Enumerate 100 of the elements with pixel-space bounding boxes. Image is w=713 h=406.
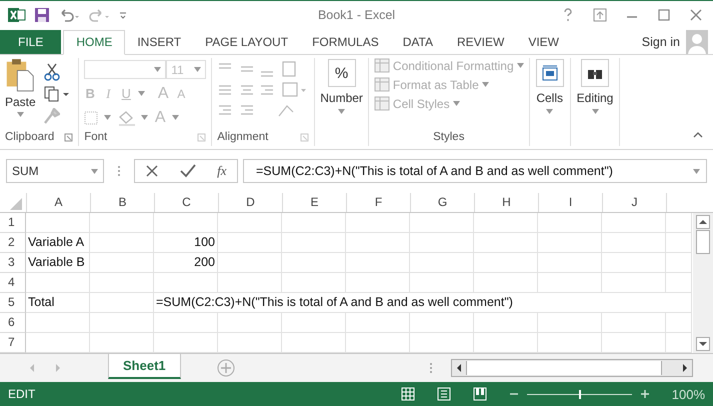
dialog-launcher-icon[interactable] <box>300 132 310 142</box>
table-cell[interactable] <box>90 292 154 313</box>
next-sheet-icon[interactable] <box>54 363 62 374</box>
dropdown-caret-icon[interactable] <box>138 91 146 96</box>
check-icon[interactable] <box>180 164 196 178</box>
table-cell[interactable] <box>602 212 666 233</box>
ribbon-tab[interactable]: FILE <box>0 30 62 54</box>
table-cell[interactable] <box>666 252 692 273</box>
redo-icon[interactable] <box>88 8 110 22</box>
column-header[interactable]: G <box>410 192 474 212</box>
table-cell[interactable] <box>90 252 154 273</box>
ribbon-tab[interactable]: VIEW <box>516 30 571 54</box>
ribbon-tab[interactable]: PAGE LAYOUT <box>193 30 300 54</box>
sign-in-link[interactable]: Sign in <box>642 34 680 49</box>
zoom-in-icon[interactable] <box>640 389 650 400</box>
table-cell[interactable] <box>666 312 692 333</box>
table-cell[interactable] <box>218 252 282 273</box>
table-cell[interactable] <box>218 272 282 293</box>
table-cell[interactable] <box>26 212 90 233</box>
table-cell[interactable] <box>474 252 538 273</box>
column-header[interactable]: E <box>282 192 346 212</box>
table-cell[interactable] <box>666 212 692 233</box>
number-button[interactable]: % Number <box>320 58 363 114</box>
previous-sheet-icon[interactable] <box>28 363 36 374</box>
column-header[interactable]: H <box>474 192 538 212</box>
ribbon-tab[interactable]: INSERT <box>125 30 194 54</box>
page-layout-view-icon[interactable] <box>436 387 451 402</box>
table-cell[interactable]: 200 <box>154 252 218 273</box>
table-cell[interactable] <box>346 232 410 253</box>
avatar-icon[interactable] <box>686 30 708 54</box>
table-cell[interactable] <box>282 212 346 233</box>
scroll-thumb[interactable] <box>696 230 710 254</box>
column-header[interactable]: C <box>154 192 218 212</box>
table-cell[interactable] <box>90 212 154 233</box>
dropdown-caret-icon[interactable] <box>16 112 24 118</box>
column-header[interactable]: D <box>218 192 282 212</box>
table-cell[interactable]: =SUM(C2:C3)+N("This is total of A and B and as well comment") <box>154 292 692 313</box>
table-cell[interactable] <box>282 252 346 273</box>
save-icon[interactable] <box>34 7 50 24</box>
table-cell[interactable] <box>474 272 538 293</box>
ribbon-tab[interactable]: HOME <box>63 30 126 56</box>
dropdown-caret-icon[interactable] <box>172 115 180 120</box>
table-cell[interactable] <box>474 312 538 333</box>
table-cell[interactable] <box>346 212 410 233</box>
scroll-down-icon[interactable] <box>696 336 710 351</box>
table-cell[interactable] <box>218 312 282 333</box>
row-header[interactable]: 4 <box>0 272 26 293</box>
table-cell[interactable] <box>90 272 154 293</box>
maximize-icon[interactable] <box>657 8 671 22</box>
row-header[interactable]: 6 <box>0 312 26 333</box>
dropdown-caret-icon[interactable] <box>194 67 202 72</box>
cancel-icon[interactable] <box>145 164 160 178</box>
table-cell[interactable] <box>602 252 666 273</box>
column-header[interactable]: B <box>90 192 154 212</box>
paint-bucket-icon[interactable] <box>117 110 136 126</box>
table-cell[interactable] <box>154 312 218 333</box>
table-cell[interactable] <box>26 272 90 293</box>
table-cell[interactable] <box>410 232 474 253</box>
close-icon[interactable] <box>689 8 703 22</box>
dropdown-caret-icon[interactable] <box>154 67 162 72</box>
column-header[interactable]: A <box>26 192 90 212</box>
ribbon-display-icon[interactable] <box>593 8 607 22</box>
collapse-ribbon-icon[interactable] <box>693 131 703 140</box>
borders-icon[interactable] <box>84 110 98 125</box>
ribbon-tab[interactable]: FORMULAS <box>300 30 391 54</box>
dropdown-caret-icon[interactable] <box>141 115 148 120</box>
editing-button[interactable]: Editing <box>576 58 614 114</box>
dropdown-caret-icon[interactable] <box>104 115 112 120</box>
table-cell[interactable] <box>602 312 666 333</box>
dropdown-caret-icon[interactable] <box>546 109 554 114</box>
table-cell[interactable] <box>538 232 602 253</box>
ribbon-tab[interactable]: DATA <box>390 30 445 54</box>
horizontal-scrollbar[interactable] <box>451 359 693 378</box>
table-cell[interactable] <box>346 252 410 273</box>
table-cell[interactable] <box>602 272 666 293</box>
scissors-icon[interactable] <box>44 62 60 81</box>
dropdown-caret-icon[interactable] <box>91 168 98 174</box>
table-cell[interactable]: Variable A <box>26 232 90 253</box>
paste-button[interactable]: Paste <box>5 58 36 128</box>
paintbrush-icon[interactable] <box>44 108 60 124</box>
table-cell[interactable] <box>346 272 410 293</box>
table-cell[interactable] <box>666 272 692 293</box>
scroll-up-icon[interactable] <box>696 214 710 229</box>
table-cell[interactable]: Variable B <box>26 252 90 273</box>
dialog-launcher-icon[interactable] <box>197 132 206 142</box>
table-cell[interactable] <box>218 232 282 253</box>
table-cell[interactable] <box>346 312 410 333</box>
page-break-view-icon[interactable] <box>472 387 487 402</box>
table-cell[interactable] <box>410 252 474 273</box>
ribbon-tab[interactable]: REVIEW <box>444 30 516 54</box>
table-cell[interactable] <box>538 312 602 333</box>
table-cell[interactable] <box>90 232 154 253</box>
row-header[interactable]: 1 <box>0 212 26 233</box>
zoom-level[interactable]: 100% <box>672 386 705 402</box>
table-cell[interactable] <box>474 212 538 233</box>
normal-view-icon[interactable] <box>400 387 415 402</box>
table-cell[interactable] <box>474 232 538 253</box>
table-cell[interactable] <box>602 232 666 253</box>
row-header[interactable]: 3 <box>0 252 26 273</box>
sheet-tab[interactable]: Sheet1 <box>108 354 181 379</box>
